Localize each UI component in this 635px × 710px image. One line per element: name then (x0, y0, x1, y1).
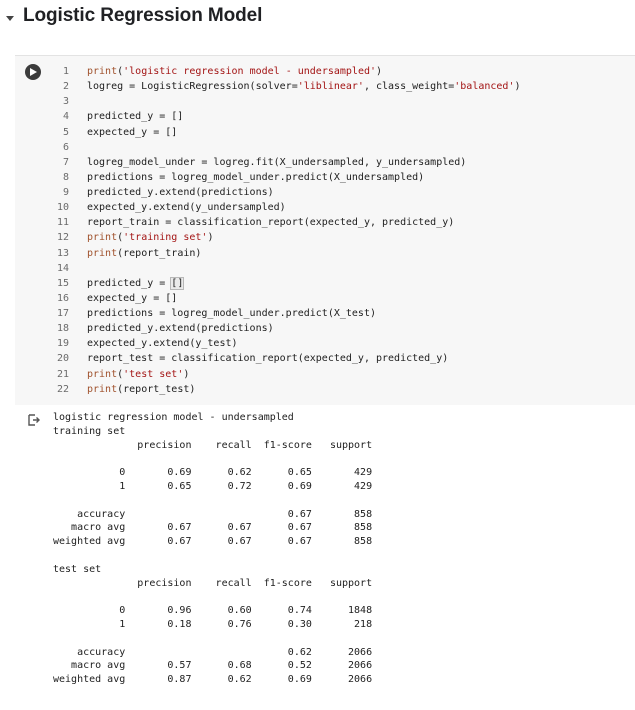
line-code[interactable]: print(report_train) (87, 246, 201, 261)
line-code[interactable]: logreg = LogisticRegression(solver='libl… (87, 79, 521, 94)
code-line[interactable]: 22 print(report_test) (15, 382, 635, 397)
code-line[interactable]: 3 (15, 94, 635, 109)
line-number: 7 (62, 156, 69, 168)
code-line[interactable]: 2 logreg = LogisticRegression(solver='lib… (15, 79, 635, 94)
line-code[interactable]: report_train = classification_report(exp… (87, 215, 454, 230)
line-number: 9 (62, 187, 69, 199)
line-code[interactable]: expected_y.extend(y_test) (87, 336, 238, 351)
code-line[interactable]: 10 expected_y.extend(y_undersampled) (15, 200, 635, 215)
line-number: 18 (56, 323, 69, 335)
line-code[interactable]: predictions = logreg_model_under.predict… (87, 306, 376, 321)
code-line[interactable]: 21 print('test set') (15, 367, 635, 382)
code-line[interactable]: 13 print(report_train) (15, 246, 635, 261)
line-number: 20 (56, 353, 69, 365)
line-number: 2 (62, 81, 69, 93)
code-line[interactable]: 16 expected_y = [] (15, 291, 635, 306)
code-line[interactable]: 15 predicted_y = [] (15, 276, 635, 291)
line-code[interactable]: predicted_y.extend(predictions) (87, 321, 274, 336)
triangle-down-icon (6, 16, 14, 21)
line-code[interactable]: expected_y = [] (87, 291, 177, 306)
code-line[interactable]: 6 (15, 140, 635, 155)
code-line[interactable]: 8 predictions = logreg_model_under.predic… (15, 170, 635, 185)
line-code[interactable]: expected_y = [] (87, 125, 177, 140)
line-number: 5 (62, 126, 69, 138)
code-line[interactable]: 7 logreg_model_under = logreg.fit(X_under… (15, 155, 635, 170)
line-number: 19 (56, 338, 69, 350)
section-header: Logistic Regression Model (0, 0, 635, 40)
code-line[interactable]: 17 predictions = logreg_model_under.predi… (15, 306, 635, 321)
line-code[interactable]: print('test set') (87, 367, 189, 382)
line-code[interactable]: predicted_y = [] (87, 276, 185, 291)
line-number: 22 (56, 383, 69, 395)
line-number: 8 (62, 171, 69, 183)
code-line[interactable]: 4 predicted_y = [] (15, 109, 635, 124)
line-number: 1 (62, 66, 69, 77)
code-line[interactable]: 19 expected_y.extend(y_test) (15, 336, 635, 351)
line-code[interactable]: logreg_model_under = logreg.fit(X_unders… (87, 155, 466, 170)
code-line[interactable]: 14 (15, 261, 635, 276)
cell-output: logistic regression model - undersampled… (15, 405, 635, 710)
line-code[interactable]: report_test = classification_report(expe… (87, 351, 448, 366)
line-code[interactable]: print('training set') (87, 230, 213, 245)
line-number: 13 (56, 247, 69, 259)
line-number: 11 (56, 217, 69, 229)
line-number: 17 (56, 308, 69, 320)
line-number: 4 (62, 111, 69, 123)
line-code[interactable]: predictions = logreg_model_under.predict… (87, 170, 424, 185)
collapse-toggle[interactable] (2, 10, 18, 26)
line-number: 14 (56, 262, 69, 274)
output-redirect-icon[interactable] (27, 413, 41, 427)
line-number: 6 (62, 141, 69, 153)
output-text: logistic regression model - undersampled… (53, 412, 373, 686)
code-cell[interactable]: 1 print('logistic regression model - unde… (15, 55, 635, 405)
line-code[interactable]: predicted_y = [] (87, 109, 183, 124)
line-code[interactable]: predicted_y.extend(predictions) (87, 185, 274, 200)
line-number: 3 (62, 96, 69, 108)
code-line[interactable]: 18 predicted_y.extend(predictions) (15, 321, 635, 336)
line-number: 12 (56, 232, 69, 244)
code-line[interactable]: 12 print('training set') (15, 230, 635, 245)
line-number: 16 (56, 292, 69, 304)
code-line[interactable]: 1 print('logistic regression model - unde… (15, 64, 635, 79)
code-line[interactable]: 20 report_test = classification_report(ex… (15, 351, 635, 366)
section-title: Logistic Regression Model (23, 5, 263, 26)
code-line[interactable]: 9 predicted_y.extend(predictions) (15, 185, 635, 200)
code-line[interactable]: 11 report_train = classification_report(e… (15, 215, 635, 230)
line-code[interactable]: print(report_test) (87, 382, 195, 397)
line-code[interactable]: print('logistic regression model - under… (87, 64, 382, 79)
line-code[interactable]: expected_y.extend(y_undersampled) (87, 200, 286, 215)
line-number: 21 (56, 368, 69, 380)
code-line[interactable]: 5 expected_y = [] (15, 125, 635, 140)
line-number: 15 (56, 277, 69, 289)
line-number: 10 (56, 202, 69, 214)
